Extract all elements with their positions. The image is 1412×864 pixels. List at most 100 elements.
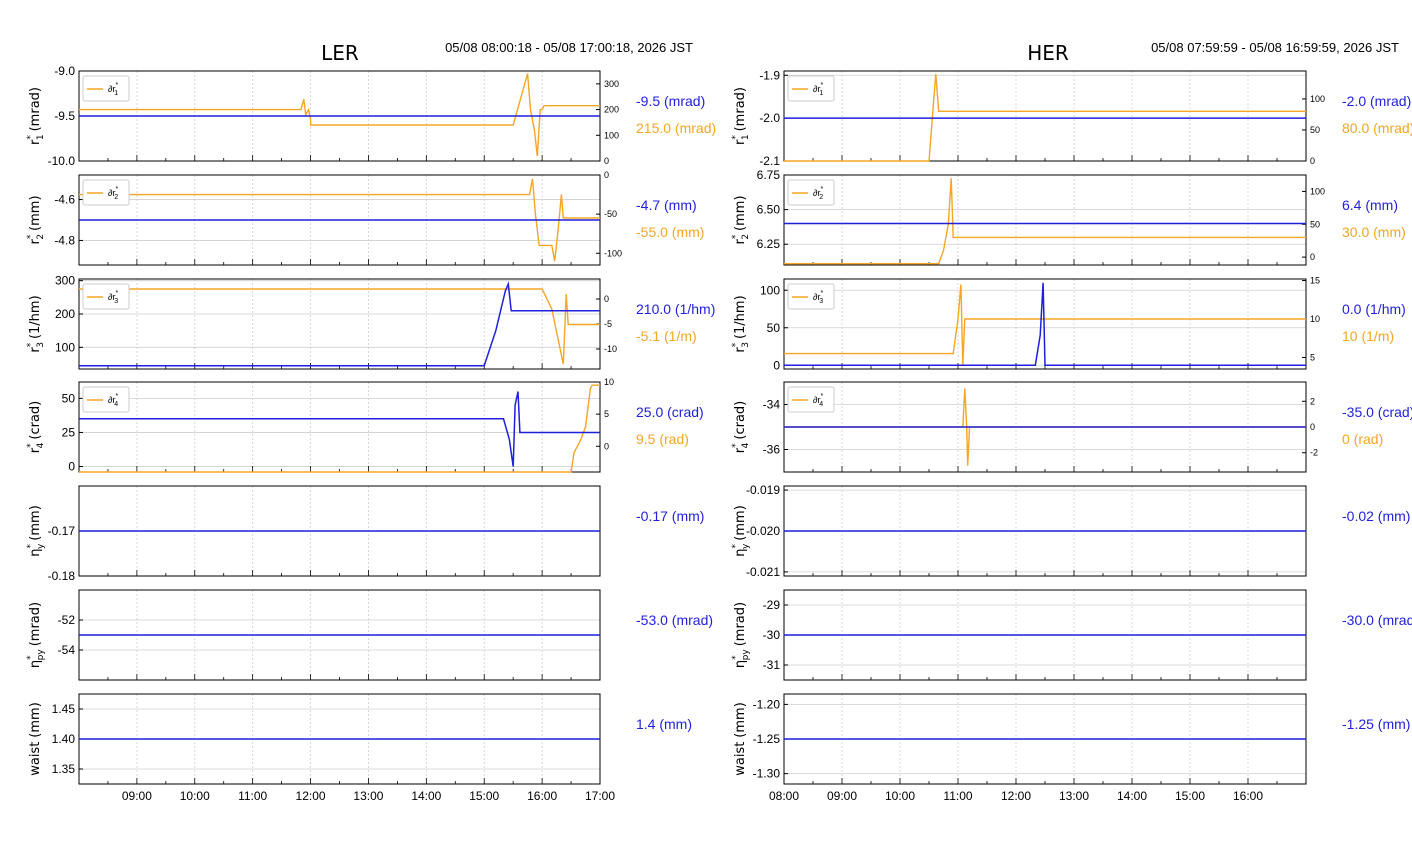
x-tick-label: 09:00	[827, 789, 857, 803]
her-row-7: -1.20 -1.25 -1.30 waist (mm) -1.25 (mm) 08:00 0…	[733, 693, 1410, 803]
y-axis-label: r*2(mm)	[731, 195, 751, 244]
y-tick-label: -4.8	[54, 233, 75, 247]
x-tick-label: 13:00	[353, 789, 383, 803]
y2-tick-label: 0	[604, 156, 609, 166]
y-tick-label: -0.18	[48, 569, 76, 583]
y-tick-label: -34	[763, 398, 781, 412]
y-tick-label: 1.40	[52, 732, 76, 746]
her-row-4: -34-36r*4(crad) 20-2∂r* 40 (rad)-35.0 (cra…	[731, 381, 1412, 473]
y-axis-label-unit: (mm)	[733, 702, 748, 737]
y-tick-label: 300	[55, 274, 75, 288]
y-axis-label-sub: 3	[36, 342, 46, 348]
y-axis-label-sup: *	[731, 234, 741, 239]
her-row-6: -29-30-31η*py(mrad) -30.0 (mrad)	[731, 589, 1412, 681]
y-axis-label-sub: 4	[36, 442, 46, 448]
y-axis-label-unit: (mrad)	[28, 602, 43, 646]
y-tick-label: -54	[58, 643, 76, 657]
y-tick-label: 25	[62, 425, 76, 439]
ler-panel: LER 05/08 08:00:18 - 05/08 17:00:18, 2026…	[26, 40, 716, 803]
y-tick-label: -1.30	[753, 767, 781, 781]
y-tick-label: 1.45	[52, 702, 76, 716]
ler-row-4: 50250r*4(crad)1050∂r* 49.5 (rad)25.0 (cra…	[26, 377, 704, 474]
delta-series-line	[79, 73, 600, 156]
y-axis-label-unit: (1/hm)	[28, 295, 43, 339]
y-axis-label: η*y(mm)	[26, 505, 46, 557]
y2-tick-label: 200	[604, 105, 619, 115]
y-tick-label: 200	[55, 307, 75, 321]
y-axis-label-sup: *	[26, 544, 36, 549]
legend: ∂r* 4	[82, 386, 130, 413]
main-value: 0.0 (1/hm)	[1342, 301, 1406, 317]
y2-tick-label: 0	[604, 294, 609, 304]
y-tick-label: -2.0	[759, 111, 780, 125]
y-tick-label: 100	[55, 340, 75, 354]
delta-value: 0 (rad)	[1342, 431, 1383, 447]
y-axis-label-sup: *	[731, 135, 741, 140]
plot-frame	[783, 70, 1307, 162]
y-axis-label-sup: *	[26, 655, 36, 660]
y-axis-label-sub: 2	[36, 234, 46, 240]
legend: ∂r* 4	[787, 386, 835, 413]
y2-tick-label: 0	[1310, 252, 1315, 262]
main-value: -53.0 (mrad)	[636, 612, 713, 628]
y-axis-label-unit: (mrad)	[733, 87, 748, 131]
y2-tick-label: 50	[1310, 125, 1320, 135]
y-axis-label-base: waist	[733, 742, 748, 776]
legend: ∂r* 3	[787, 283, 835, 310]
y-axis-label: r*2(mm)	[26, 195, 46, 244]
y-tick-label: 0	[773, 358, 780, 372]
y-tick-label: 50	[767, 321, 781, 335]
y2-tick-label: 0	[1310, 156, 1315, 166]
plot-frame	[78, 278, 601, 370]
her-row-3: 100500r*3(1/hm)15105∂r* 310 (1/m)0.0 (1/h…	[731, 276, 1406, 373]
y-axis-label: r*3(1/hm)	[731, 295, 751, 352]
her-title: HER	[1027, 41, 1069, 65]
y-tick-label: -9.5	[54, 109, 75, 123]
legend: ∂r* 2	[82, 179, 130, 206]
y-tick-label: -1.20	[753, 697, 781, 711]
y-axis-label: waist (mm)	[28, 702, 43, 776]
x-tick-label: 14:00	[1117, 789, 1147, 803]
y-axis-label-sup: *	[26, 443, 36, 448]
y-tick-label: -30	[763, 628, 781, 642]
delta-value: 9.5 (rad)	[636, 431, 689, 447]
plot-frame	[783, 174, 1307, 266]
y-axis-label-unit: (mrad)	[733, 602, 748, 646]
ler-row-7: 1.45 1.40 1.35 waist (mm) 1.4 (mm) 09:00 10:00 1…	[28, 693, 692, 803]
y-axis-label-unit: (mm)	[28, 702, 43, 737]
her-row-5: -0.019-0.020-0.021η*y(mm) -0.02 (mm)	[731, 483, 1410, 579]
y-tick-label: -4.6	[54, 193, 75, 207]
y-tick-label: 0	[68, 460, 75, 474]
y2-tick-label: 0	[604, 170, 609, 180]
her-row-2: 6.756.506.25r*2(mm)100500∂r* 230.0 (mm)6.…	[731, 168, 1406, 266]
main-value: 1.4 (mm)	[636, 716, 692, 732]
delta-value: 10 (1/m)	[1342, 328, 1394, 344]
x-tick-label: 12:00	[1001, 789, 1031, 803]
delta-value: -5.1 (1/m)	[636, 328, 697, 344]
x-tick-label: 14:00	[411, 789, 441, 803]
x-tick-label: 10:00	[885, 789, 915, 803]
delta-value: 215.0 (mrad)	[636, 120, 716, 136]
x-tick-label: 16:00	[1233, 789, 1263, 803]
y-axis-label-sup: *	[26, 135, 36, 140]
main-series-line	[79, 281, 600, 367]
y-axis-label-unit: (1/hm)	[733, 295, 748, 339]
y-tick-label: -1.25	[753, 732, 781, 746]
y2-tick-label: 50	[1310, 219, 1320, 229]
y-tick-label: 1.35	[52, 762, 76, 776]
main-value: 210.0 (1/hm)	[636, 301, 715, 317]
x-tick-label: 08:00	[769, 789, 799, 803]
main-series-line	[79, 391, 600, 467]
ler-row-1: -9.0-9.5-10.0r*1(mrad)3002001000∂r* 1215.…	[26, 64, 716, 168]
legend: ∂r* 1	[82, 75, 130, 102]
y-axis-label-unit: (mm)	[733, 195, 748, 230]
main-value: 25.0 (crad)	[636, 404, 704, 420]
y2-tick-label: 10	[604, 377, 614, 387]
y-axis-label-sub: 4	[741, 442, 751, 448]
y-tick-label: -0.021	[746, 565, 780, 579]
y-tick-label: -29	[763, 598, 781, 612]
y-axis-label-base: waist	[28, 742, 43, 776]
main-value: -0.17 (mm)	[636, 508, 704, 524]
y-axis-label-sub: 3	[741, 342, 751, 348]
y-axis-label-sub: 1	[741, 134, 751, 140]
